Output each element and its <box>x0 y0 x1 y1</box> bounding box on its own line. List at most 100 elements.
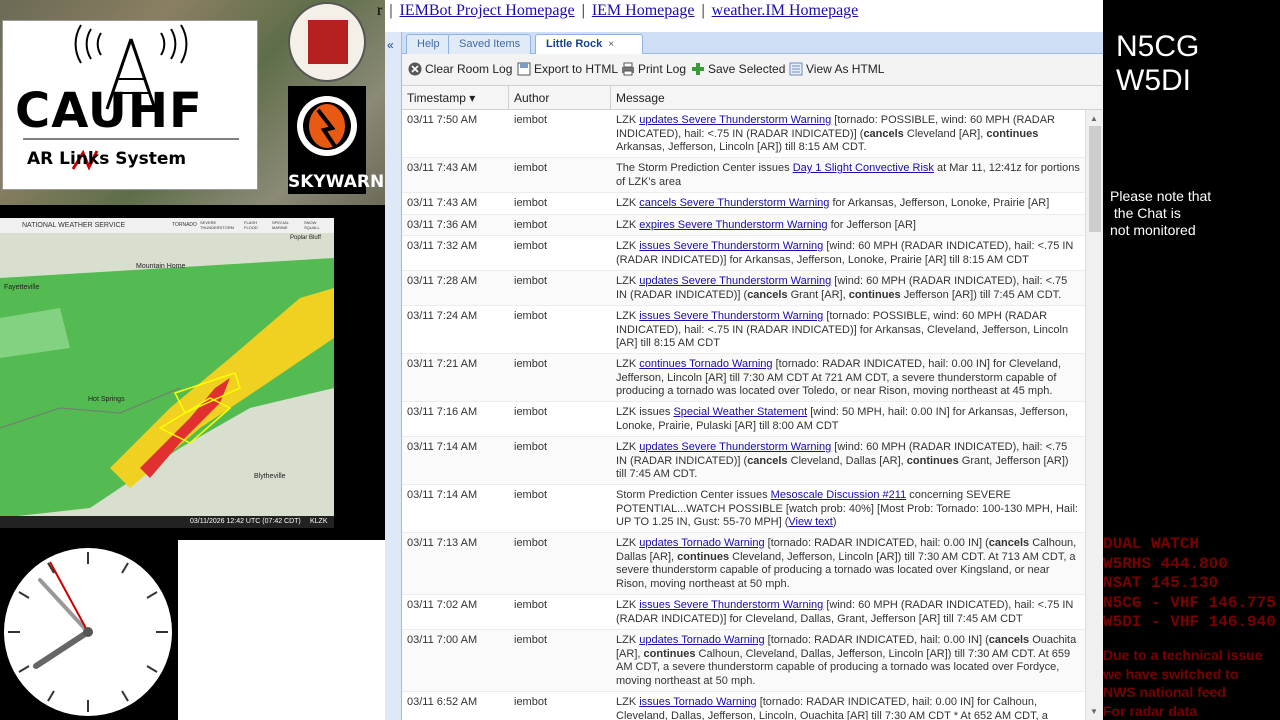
printer-icon <box>622 62 634 76</box>
scroll-up-icon[interactable]: ▲ <box>1090 114 1098 123</box>
row-author: iembot <box>514 310 548 322</box>
table-row[interactable]: 03/11 7:13 AM iembot LZK updates Tornado W… <box>402 533 1085 595</box>
product-link[interactable]: continues Tornado Warning <box>639 358 772 370</box>
table-row[interactable]: 03/11 7:24 AM iembot LZK issues Severe Thu… <box>402 306 1085 354</box>
weather-im-link[interactable]: weather.IM Homepage <box>712 2 859 19</box>
table-row[interactable]: 03/11 7:16 AM iembot LZK issues Special We… <box>402 402 1085 437</box>
table-row[interactable]: 03/11 7:32 AM iembot LZK issues Severe Thu… <box>402 236 1085 271</box>
row-timestamp: 03/11 7:13 AM <box>407 537 478 549</box>
print-log-button[interactable]: Print Log <box>621 62 686 76</box>
table-row[interactable]: 03/11 7:43 AM iembot LZK cancels Severe Th… <box>402 193 1085 215</box>
legend-severe: SEVERE THUNDERSTORM <box>200 220 234 230</box>
skywarn-label: SKYWARN <box>288 172 385 192</box>
freq-line: N5CG - VHF 146.775 <box>1103 593 1276 612</box>
table-row[interactable]: 03/11 7:14 AM iembot Storm Prediction Cent… <box>402 485 1085 533</box>
message-text: Arkansas, Jefferson, Lincoln [AR]) till … <box>616 141 867 153</box>
table-row[interactable]: 03/11 7:02 AM iembot LZK issues Severe Thu… <box>402 595 1085 630</box>
top-links-prefix: r <box>377 2 383 19</box>
row-message: LZK cancels Severe Thunderstorm Warning … <box>611 193 1085 215</box>
note-line: not monitored <box>1110 222 1196 238</box>
note-line: Please note that <box>1110 188 1212 204</box>
notice-line: we have switched to <box>1103 665 1239 682</box>
row-message: LZK continues Tornado Warning [tornado: … <box>611 354 1085 403</box>
radar-footer: 03/11/2026 12:42 UTC (07:42 CDT) KLZK <box>0 516 334 528</box>
collapsed-west-panel[interactable]: « <box>385 32 402 720</box>
legend-flash-flood: FLASH FLOOD <box>244 220 258 230</box>
table-row[interactable]: 03/11 6:52 AM iembot LZK issues Tornado Wa… <box>402 692 1085 720</box>
place-blytheville: Blytheville <box>254 473 286 480</box>
message-text: LZK <box>616 310 640 322</box>
product-link[interactable]: updates Tornado Warning <box>639 537 764 549</box>
tab-help[interactable]: Help <box>406 34 451 54</box>
message-text: Grant [AR], <box>787 288 849 301</box>
product-link[interactable]: issues Severe Thunderstorm Warning <box>639 240 823 252</box>
technical-issue-notice: Due to a technical issue we have switche… <box>1103 646 1263 720</box>
message-text: LZK <box>616 358 640 370</box>
row-author: iembot <box>514 406 548 418</box>
product-link[interactable]: issues Severe Thunderstorm Warning <box>639 599 823 611</box>
tab-little-rock[interactable]: Little Rock × <box>535 34 643 55</box>
product-link[interactable]: updates Severe Thunderstorm Warning <box>639 275 831 287</box>
export-icon <box>517 62 531 76</box>
tab-label: Help <box>417 38 440 50</box>
row-author: iembot <box>514 599 548 611</box>
header-timestamp[interactable]: Timestamp ▾ <box>402 86 509 110</box>
product-link[interactable]: updates Severe Thunderstorm Warning <box>639 441 831 453</box>
row-message: LZK issues Severe Thunderstorm Warning [… <box>611 236 1085 271</box>
expand-panel-icon[interactable]: « <box>387 38 394 52</box>
view-as-html-button[interactable]: View As HTML <box>789 62 884 76</box>
table-row[interactable]: 03/11 7:21 AM iembot LZK continues Tornado… <box>402 354 1085 402</box>
product-link[interactable]: issues Severe Thunderstorm Warning <box>639 310 823 322</box>
tab-bar: Help Saved Items Little Rock × <box>402 32 1103 55</box>
table-row[interactable]: 03/11 7:14 AM iembot LZK updates Severe Th… <box>402 437 1085 485</box>
radar-station: KLZK <box>310 518 328 525</box>
tab-saved-items[interactable]: Saved Items <box>448 34 532 54</box>
table-row[interactable]: 03/11 7:00 AM iembot LZK updates Tornado W… <box>402 630 1085 692</box>
legend-snow-squall: SNOW SQUALL <box>304 220 320 230</box>
row-timestamp: 03/11 7:36 AM <box>407 219 478 231</box>
scrollbar-thumb[interactable] <box>1089 126 1101 232</box>
message-text: for Arkansas, Jefferson, Lonoke, Prairie… <box>829 197 1050 209</box>
scroll-down-icon[interactable]: ▼ <box>1090 707 1098 716</box>
message-keyword: continues <box>848 288 901 301</box>
header-message[interactable]: Message <box>611 86 1103 110</box>
product-link[interactable]: Day 1 Slight Convective Risk <box>793 162 934 174</box>
nws-label: NATIONAL WEATHER SERVICE <box>22 222 126 229</box>
save-selected-button[interactable]: Save Selected <box>691 62 785 76</box>
table-row[interactable]: 03/11 7:28 AM iembot LZK updates Severe Th… <box>402 271 1085 306</box>
iembot-app: r | IEMBot Project Homepage | IEM Homepa… <box>377 0 1103 720</box>
iembot-project-link[interactable]: IEMBot Project Homepage <box>400 2 575 19</box>
message-text: Cleveland, Dallas [AR], <box>787 454 907 467</box>
close-tab-icon[interactable]: × <box>608 39 614 50</box>
product-link[interactable]: View text <box>788 516 832 528</box>
export-html-button[interactable]: Export to HTML <box>517 62 618 76</box>
product-link[interactable]: Special Weather Statement <box>673 406 807 418</box>
table-row[interactable]: 03/11 7:50 AM iembot LZK updates Severe Th… <box>402 110 1085 158</box>
product-link[interactable]: Mesoscale Discussion #211 <box>771 489 907 501</box>
message-text: LZK <box>616 634 640 646</box>
row-message: LZK issues Special Weather Statement [wi… <box>611 402 1085 437</box>
row-message: LZK updates Tornado Warning [tornado: RA… <box>611 630 1085 692</box>
header-author[interactable]: Author <box>509 86 611 110</box>
clear-room-log-label: Clear Room Log <box>425 62 513 76</box>
clear-room-log-button[interactable]: Clear Room Log <box>408 62 512 76</box>
cauhf-wordmark: CAUHF <box>15 83 203 139</box>
product-link[interactable]: cancels Severe Thunderstorm Warning <box>639 197 829 209</box>
message-keyword: continues <box>643 647 696 660</box>
table-row[interactable]: 03/11 7:43 AM iembot The Storm Prediction … <box>402 158 1085 193</box>
vertical-scrollbar[interactable]: ▲ ▼ <box>1085 110 1103 720</box>
grid-body: 03/11 7:50 AM iembot LZK updates Severe Th… <box>402 110 1085 720</box>
place-poplar-bluff: Poplar Bluff <box>290 235 321 241</box>
message-text: Cleveland [AR], <box>903 127 987 140</box>
view-list-icon <box>789 62 803 76</box>
product-link[interactable]: expires Severe Thunderstorm Warning <box>639 219 827 231</box>
product-link[interactable]: issues Tornado Warning <box>639 696 756 708</box>
product-link[interactable]: updates Tornado Warning <box>639 634 764 646</box>
iem-homepage-link[interactable]: IEM Homepage <box>592 2 695 19</box>
cauhf-logo: CAUHF AR Links System <box>2 20 258 190</box>
central-arkansas-seal-icon <box>288 2 366 82</box>
row-timestamp: 03/11 7:28 AM <box>407 275 478 287</box>
product-link[interactable]: updates Severe Thunderstorm Warning <box>639 114 831 126</box>
row-timestamp: 03/11 6:52 AM <box>407 696 478 708</box>
table-row[interactable]: 03/11 7:36 AM iembot LZK expires Severe Th… <box>402 215 1085 236</box>
